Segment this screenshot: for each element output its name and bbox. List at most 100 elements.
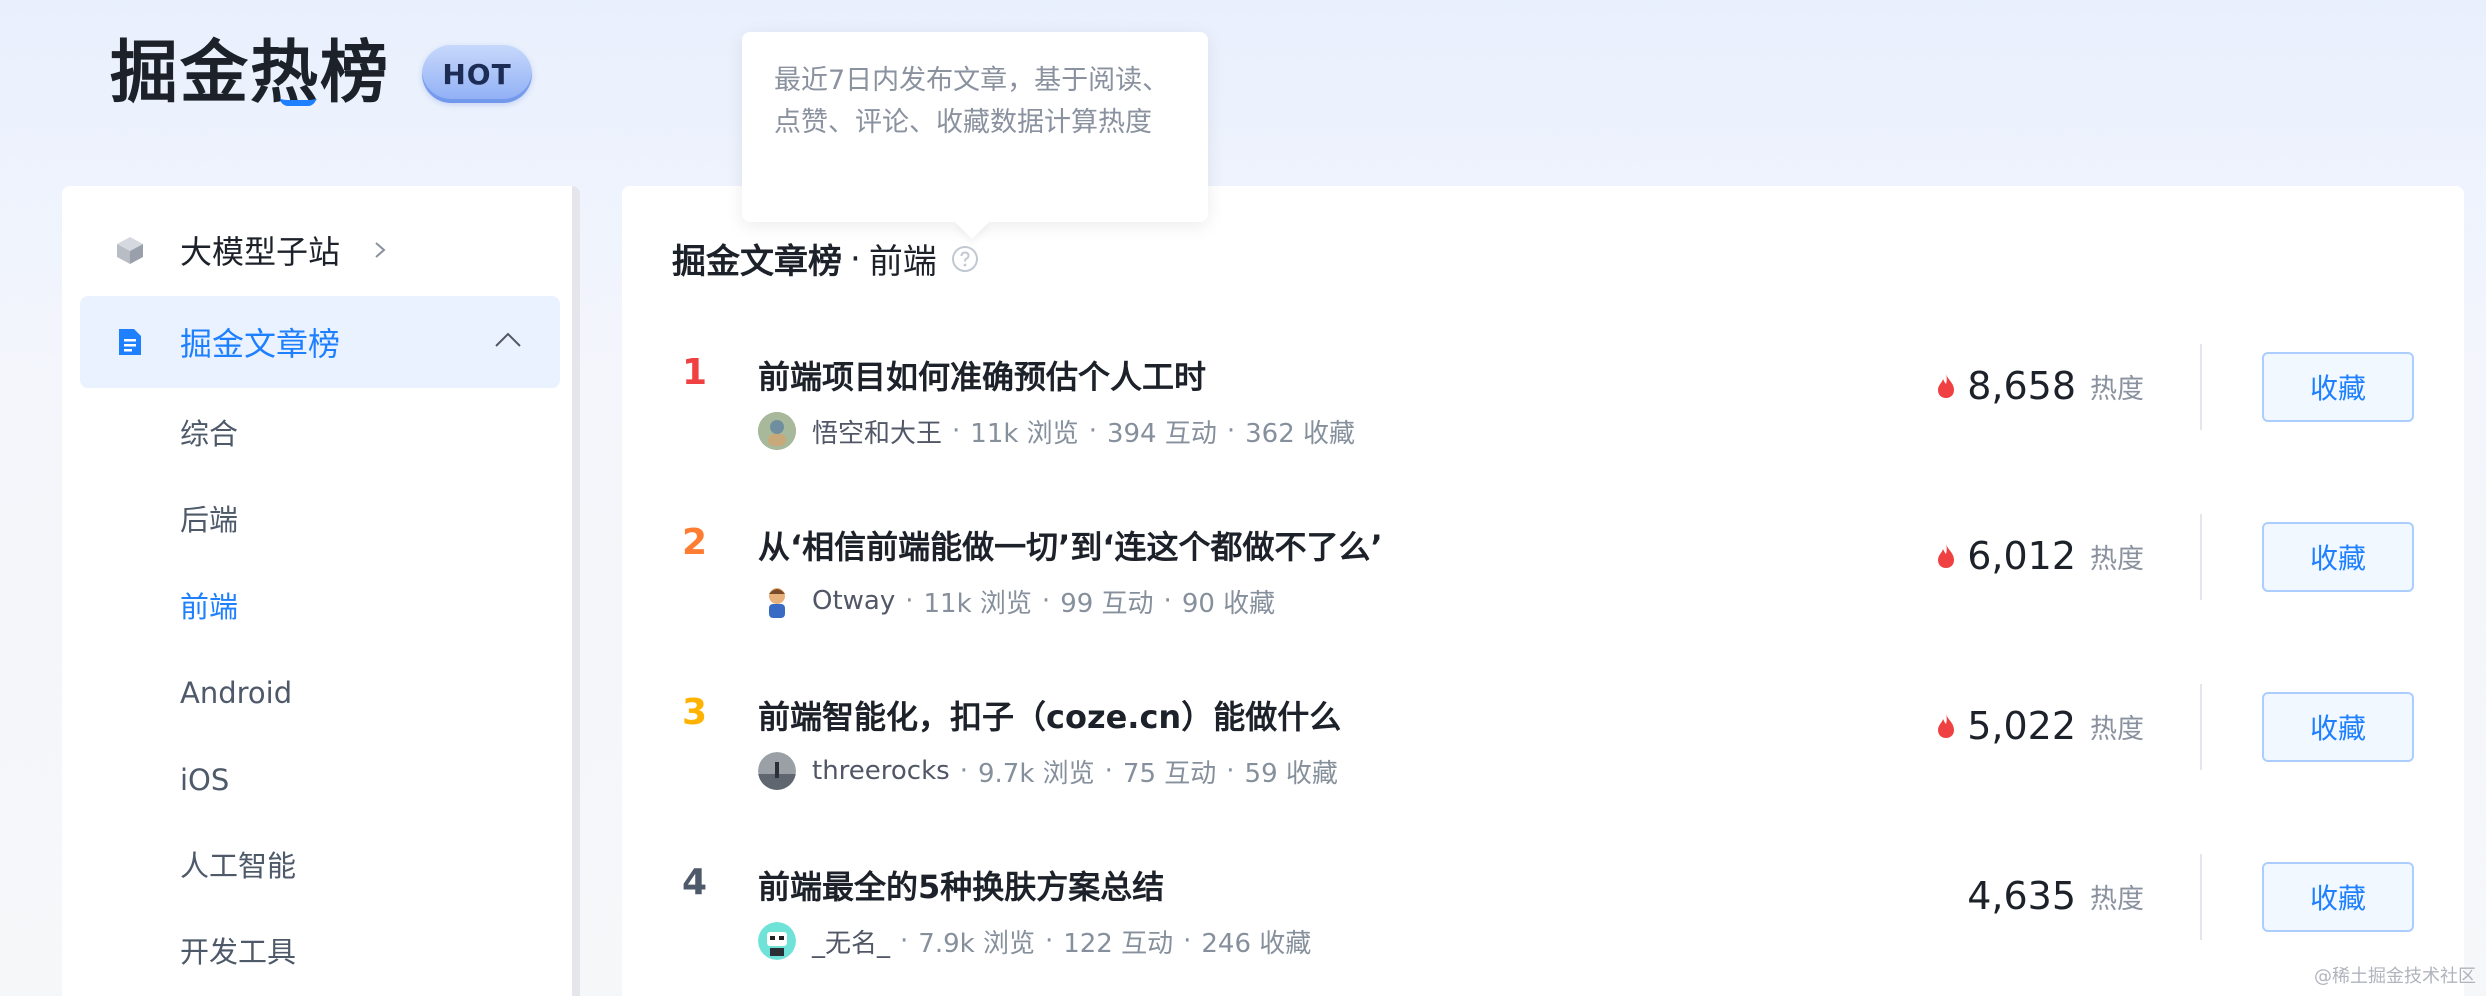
meta-separator: · <box>900 926 909 956</box>
sidebar-item-articles[interactable]: 掘金文章榜 <box>80 296 560 388</box>
heat-value: 4,635 <box>1967 874 2076 918</box>
article-row-4[interactable]: 4 前端最全的5种换肤方案总结 _无名_ · 7.9k 浏览 · 122 互动 … <box>622 854 2464 996</box>
article-row-2[interactable]: 2 从‘相信前端能做一切’到‘连这个都做不了么’ Otway · 11k 浏览 … <box>622 514 2464 684</box>
favorite-button[interactable]: 收藏 <box>2262 522 2414 592</box>
hot-badge: HOT <box>422 45 533 103</box>
article-meta: threerocks · 9.7k 浏览 · 75 互动 · 59 收藏 <box>758 752 1338 790</box>
heat-label: 热度 <box>2090 543 2144 575</box>
article-title[interactable]: 前端最全的5种换肤方案总结 <box>758 862 1164 908</box>
chevron-up-icon[interactable] <box>494 330 522 350</box>
sub-item-ai[interactable]: 人工智能 <box>180 846 296 886</box>
divider <box>2200 684 2202 770</box>
title-separator: · <box>850 238 861 279</box>
article-meta: _无名_ · 7.9k 浏览 · 122 互动 · 246 收藏 <box>758 922 1311 960</box>
rank-number: 4 <box>682 862 708 903</box>
author-avatar[interactable] <box>758 752 796 790</box>
interactions-count: 75 互动 <box>1122 758 1217 789</box>
favorites-count: 59 收藏 <box>1244 758 1338 789</box>
sidebar: 大模型子站 掘金文章榜 综合 后端 前端 Android iOS 人工智能 开发… <box>62 186 580 996</box>
article-title[interactable]: 从‘相信前端能做一切’到‘连这个都做不了么’ <box>758 522 1383 568</box>
watermark: @稀土掘金技术社区 <box>2314 966 2476 987</box>
favorite-button[interactable]: 收藏 <box>2262 692 2414 762</box>
favorites-count: 90 收藏 <box>1181 588 1276 619</box>
meta-separator: · <box>1104 756 1113 786</box>
meta-separator: · <box>952 416 961 446</box>
logo-text: 掘金热榜 <box>110 34 391 113</box>
views-count: 7.9k 浏览 <box>918 928 1035 959</box>
flame-icon <box>1938 544 1955 568</box>
flame-icon <box>1938 374 1955 398</box>
rank-number: 3 <box>682 692 708 733</box>
author-avatar[interactable] <box>758 412 796 450</box>
meta-separator: · <box>1044 926 1054 956</box>
heat-score: 6,012 热度 <box>1935 534 2144 578</box>
sub-item-ios[interactable]: iOS <box>180 760 229 800</box>
article-row-1[interactable]: 1 前端项目如何准确预估个人工时 悟空和大王 · 11k 浏览 · 394 互动… <box>622 344 2464 514</box>
favorite-button[interactable]: 收藏 <box>2262 862 2414 932</box>
panel-category: 前端 <box>868 242 937 282</box>
author-avatar[interactable] <box>758 582 796 620</box>
meta-separator: · <box>1226 416 1236 446</box>
tooltip-text: 最近7日内发布文章，基于阅读、点赞、评论、收藏数据计算热度 <box>774 65 1170 138</box>
favorites-count: 362 收藏 <box>1245 418 1356 449</box>
rank-number: 2 <box>682 522 708 563</box>
views-count: 9.7k 浏览 <box>977 758 1095 789</box>
heat-label: 热度 <box>2090 373 2144 405</box>
sub-item-backend[interactable]: 后端 <box>180 500 238 540</box>
sub-item-dev-tools[interactable]: 开发工具 <box>180 932 296 972</box>
heat-value: 5,022 <box>1967 704 2076 748</box>
divider <box>2200 514 2202 600</box>
views-count: 11k 浏览 <box>970 418 1079 449</box>
help-icon[interactable] <box>951 245 979 273</box>
article-meta: 悟空和大王 · 11k 浏览 · 394 互动 · 362 收藏 <box>758 412 1355 450</box>
article-meta: Otway · 11k 浏览 · 99 互动 · 90 收藏 <box>758 582 1275 620</box>
help-tooltip: 最近7日内发布文章，基于阅读、点赞、评论、收藏数据计算热度 <box>742 32 1208 222</box>
favorite-button[interactable]: 收藏 <box>2262 352 2414 422</box>
divider <box>2200 344 2202 430</box>
heat-score: 5,022 热度 <box>1935 704 2144 748</box>
sub-item-comprehensive[interactable]: 综合 <box>180 414 238 454</box>
author-name[interactable]: 悟空和大王 <box>812 413 942 450</box>
heat-value: 8,658 <box>1967 364 2076 408</box>
heat-label: 热度 <box>2090 713 2144 745</box>
interactions-count: 99 互动 <box>1060 588 1154 619</box>
heat-label: 热度 <box>2090 883 2144 915</box>
sub-item-android[interactable]: Android <box>180 673 292 713</box>
heat-score: 4,635 热度 <box>1967 874 2144 918</box>
meta-separator: · <box>1163 586 1172 616</box>
author-name[interactable]: _无名_ <box>812 923 890 960</box>
rank-number: 1 <box>682 352 708 393</box>
panel-title-text: 掘金文章榜 <box>672 242 842 282</box>
heat-value: 6,012 <box>1967 534 2076 578</box>
article-title[interactable]: 前端项目如何准确预估个人工时 <box>758 352 1206 398</box>
article-title[interactable]: 前端智能化，扣子（coze.cn）能做什么 <box>758 692 1341 738</box>
author-avatar[interactable] <box>758 922 796 960</box>
meta-separator: · <box>1183 926 1192 956</box>
article-row-3[interactable]: 3 前端智能化，扣子（coze.cn）能做什么 threerocks · 9.7… <box>622 684 2464 854</box>
divider <box>2200 854 2202 940</box>
logo[interactable]: 掘金热榜 <box>110 34 390 114</box>
author-name[interactable]: threerocks <box>812 756 950 786</box>
interactions-count: 122 互动 <box>1063 928 1174 959</box>
heat-score: 8,658 热度 <box>1935 364 2144 408</box>
author-name[interactable]: Otway <box>812 586 895 616</box>
chevron-right-icon <box>375 242 386 258</box>
sidebar-item-label: 大模型子站 <box>180 233 341 271</box>
sidebar-item-model-site[interactable]: 大模型子站 <box>80 204 560 296</box>
favorites-count: 246 收藏 <box>1201 928 1312 959</box>
meta-separator: · <box>905 586 914 616</box>
page-header: 掘金热榜 HOT <box>110 34 533 114</box>
meta-separator: · <box>1088 416 1097 446</box>
interactions-count: 394 互动 <box>1106 418 1217 449</box>
sidebar-item-label: 掘金文章榜 <box>180 325 341 363</box>
meta-separator: · <box>1041 586 1051 616</box>
cube-icon <box>114 234 146 266</box>
sub-item-frontend[interactable]: 前端 <box>180 587 238 627</box>
meta-separator: · <box>959 756 968 786</box>
document-icon <box>114 326 146 358</box>
views-count: 11k 浏览 <box>923 588 1032 619</box>
ranking-panel: 掘金文章榜 · 前端 1 前端项目如何准确预估个人工时 悟空和大王 · 11k … <box>622 186 2464 996</box>
flame-icon <box>1938 714 1955 738</box>
meta-separator: · <box>1226 756 1235 786</box>
logo-accent <box>280 98 316 106</box>
